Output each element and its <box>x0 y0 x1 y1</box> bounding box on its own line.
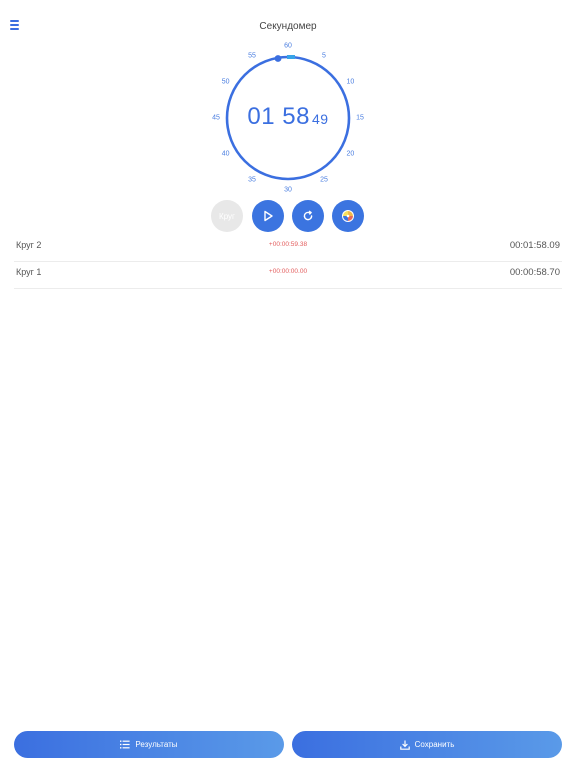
time-hundredths: 49 <box>312 111 329 127</box>
dial-tick-label: 10 <box>346 78 355 86</box>
download-icon <box>399 740 410 750</box>
dial-tick-label: 30 <box>284 186 292 194</box>
elapsed-time: 01 58 49 <box>188 103 388 131</box>
play-icon <box>264 210 273 222</box>
dial-tick-label: 5 <box>322 52 326 60</box>
dial-tick-label: 25 <box>320 176 328 184</box>
theme-button[interactable] <box>332 200 364 232</box>
dial-progress-dot <box>274 55 282 62</box>
theme-palette-icon <box>342 210 354 222</box>
dial-tick-label: 40 <box>221 150 230 158</box>
play-button[interactable] <box>252 200 284 232</box>
list-icon <box>120 740 131 749</box>
save-label: Сохранить <box>414 740 455 749</box>
lap-total: 00:00:58.70 <box>509 267 560 278</box>
dial-tick-label: 55 <box>248 52 256 60</box>
time-minutes: 01 <box>247 103 276 130</box>
lap-button[interactable]: Круг <box>211 200 243 232</box>
dial-tick-label: 50 <box>221 78 230 86</box>
results-button[interactable]: Результаты <box>14 731 284 758</box>
lap-total: 00:01:58.09 <box>509 240 560 251</box>
page-title: Секундомер <box>259 21 317 32</box>
dial-tick-label: 20 <box>346 150 355 158</box>
laps-list: Круг 2 +00:00:59.38 00:01:58.09 Круг 1 +… <box>14 235 562 289</box>
results-label: Результаты <box>135 740 178 749</box>
reset-icon <box>303 210 313 221</box>
time-seconds: 58 <box>282 103 310 130</box>
dial-top-marker <box>287 55 295 59</box>
lap-row[interactable]: Круг 1 +00:00:00.00 00:00:58.70 <box>14 262 562 289</box>
dial-tick-label: 35 <box>248 176 256 184</box>
reset-button[interactable] <box>292 200 324 232</box>
lap-row[interactable]: Круг 2 +00:00:59.38 00:01:58.09 <box>14 235 562 262</box>
lap-diff: +00:00:59.38 <box>268 241 308 248</box>
lap-diff: +00:00:00.00 <box>268 268 308 275</box>
stopwatch-dial: 60 5 10 15 20 25 30 35 40 45 50 55 01 58 49 <box>188 40 388 200</box>
save-button[interactable]: Сохранить <box>292 731 562 758</box>
dial-tick-label: 60 <box>284 42 292 50</box>
controls-bar: Круг <box>0 200 576 232</box>
